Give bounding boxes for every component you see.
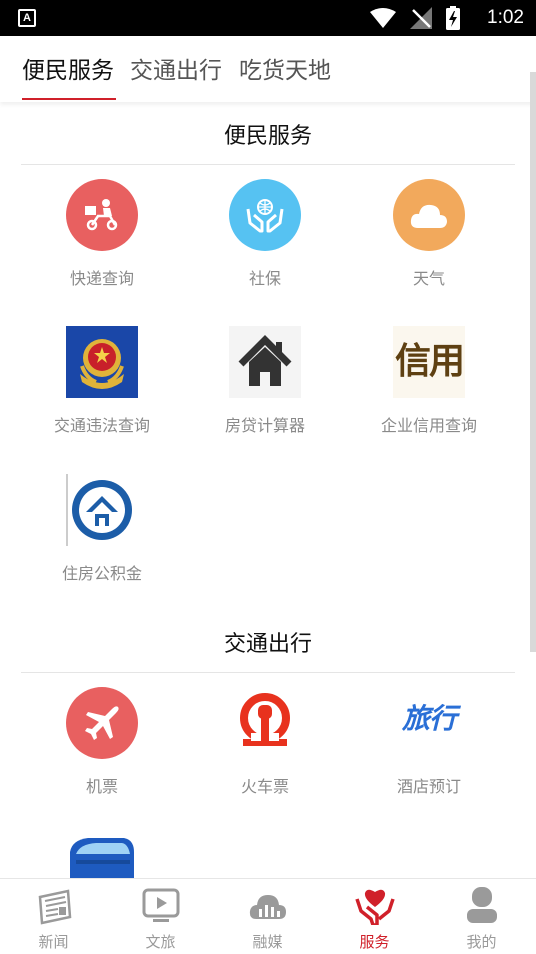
section-title-jiaotong: 交通出行 <box>223 632 312 657</box>
service-label: 交通违法查询 <box>53 416 150 435</box>
section-title-bianmin: 便民服务 <box>223 124 312 149</box>
courier-scooter-icon <box>66 179 138 251</box>
bottom-navigation: 新闻 文旅 融媒 服务 我的 <box>0 878 536 954</box>
cloud-icon <box>393 179 465 251</box>
nav-news[interactable]: 新闻 <box>0 887 107 952</box>
service-label: 天气 <box>412 269 445 288</box>
status-time: 1:02 <box>487 7 524 28</box>
tab-jiaotong[interactable]: 交通出行 <box>130 51 222 85</box>
status-bar: A 1:02 <box>0 0 536 36</box>
heart-hands-icon <box>354 889 395 927</box>
service-hotel-booking[interactable]: 旅行 酒店预订 <box>347 687 511 797</box>
service-train-ticket[interactable]: 火车票 <box>183 687 347 797</box>
notification-icon: A <box>18 9 36 27</box>
service-label: 机票 <box>85 777 118 796</box>
credit-text-icon: 信用 <box>393 326 465 398</box>
tab-bianmin[interactable]: 便民服务 <box>22 51 114 85</box>
scrollbar[interactable] <box>530 72 536 652</box>
category-tabs: 便民服务 交通出行 吃货天地 <box>0 36 536 102</box>
service-housing-fund[interactable]: 住房公积金 <box>20 474 184 584</box>
user-icon <box>466 887 497 923</box>
section-divider <box>21 164 515 165</box>
nav-culture-travel[interactable]: 文旅 <box>107 887 214 952</box>
house-icon <box>229 326 301 398</box>
service-label: 快递查询 <box>69 269 134 288</box>
service-label: 社保 <box>248 269 281 288</box>
service-traffic-violation[interactable]: 交通违法查询 <box>20 326 184 436</box>
travel-text-icon: 旅行 <box>401 702 457 735</box>
newspaper-icon <box>38 889 71 925</box>
nav-profile[interactable]: 我的 <box>428 887 535 952</box>
nav-service[interactable]: 服务 <box>321 887 428 952</box>
tab-chihuo[interactable]: 吃货天地 <box>239 51 331 85</box>
service-courier[interactable]: 快递查询 <box>20 179 184 289</box>
active-tab-indicator <box>22 98 116 100</box>
service-mortgage-calculator[interactable]: 房贷计算器 <box>183 326 347 436</box>
service-weather[interactable]: 天气 <box>347 179 511 289</box>
video-play-icon <box>142 888 179 922</box>
service-label: 火车票 <box>240 777 289 796</box>
service-flight-ticket[interactable]: 机票 <box>20 687 184 797</box>
cloud-chart-icon <box>249 895 286 919</box>
airplane-icon <box>66 687 138 759</box>
housing-fund-logo-icon <box>66 474 138 546</box>
battery-charging-icon <box>446 6 460 30</box>
service-label: 酒店预订 <box>396 777 461 796</box>
service-label: 企业信用查询 <box>380 416 477 435</box>
no-signal-icon <box>410 7 432 29</box>
service-social-security[interactable]: 社保 <box>183 179 347 289</box>
railway-logo-icon <box>229 687 301 759</box>
nav-media[interactable]: 融媒 <box>214 887 321 952</box>
service-label: 住房公积金 <box>61 564 142 583</box>
wifi-icon <box>370 8 396 28</box>
service-label: 房贷计算器 <box>224 416 305 435</box>
hands-globe-icon <box>229 179 301 251</box>
status-icons <box>370 6 460 30</box>
police-badge-icon <box>66 326 138 398</box>
section-divider <box>21 672 515 673</box>
service-enterprise-credit[interactable]: 信用 企业信用查询 <box>347 326 511 436</box>
